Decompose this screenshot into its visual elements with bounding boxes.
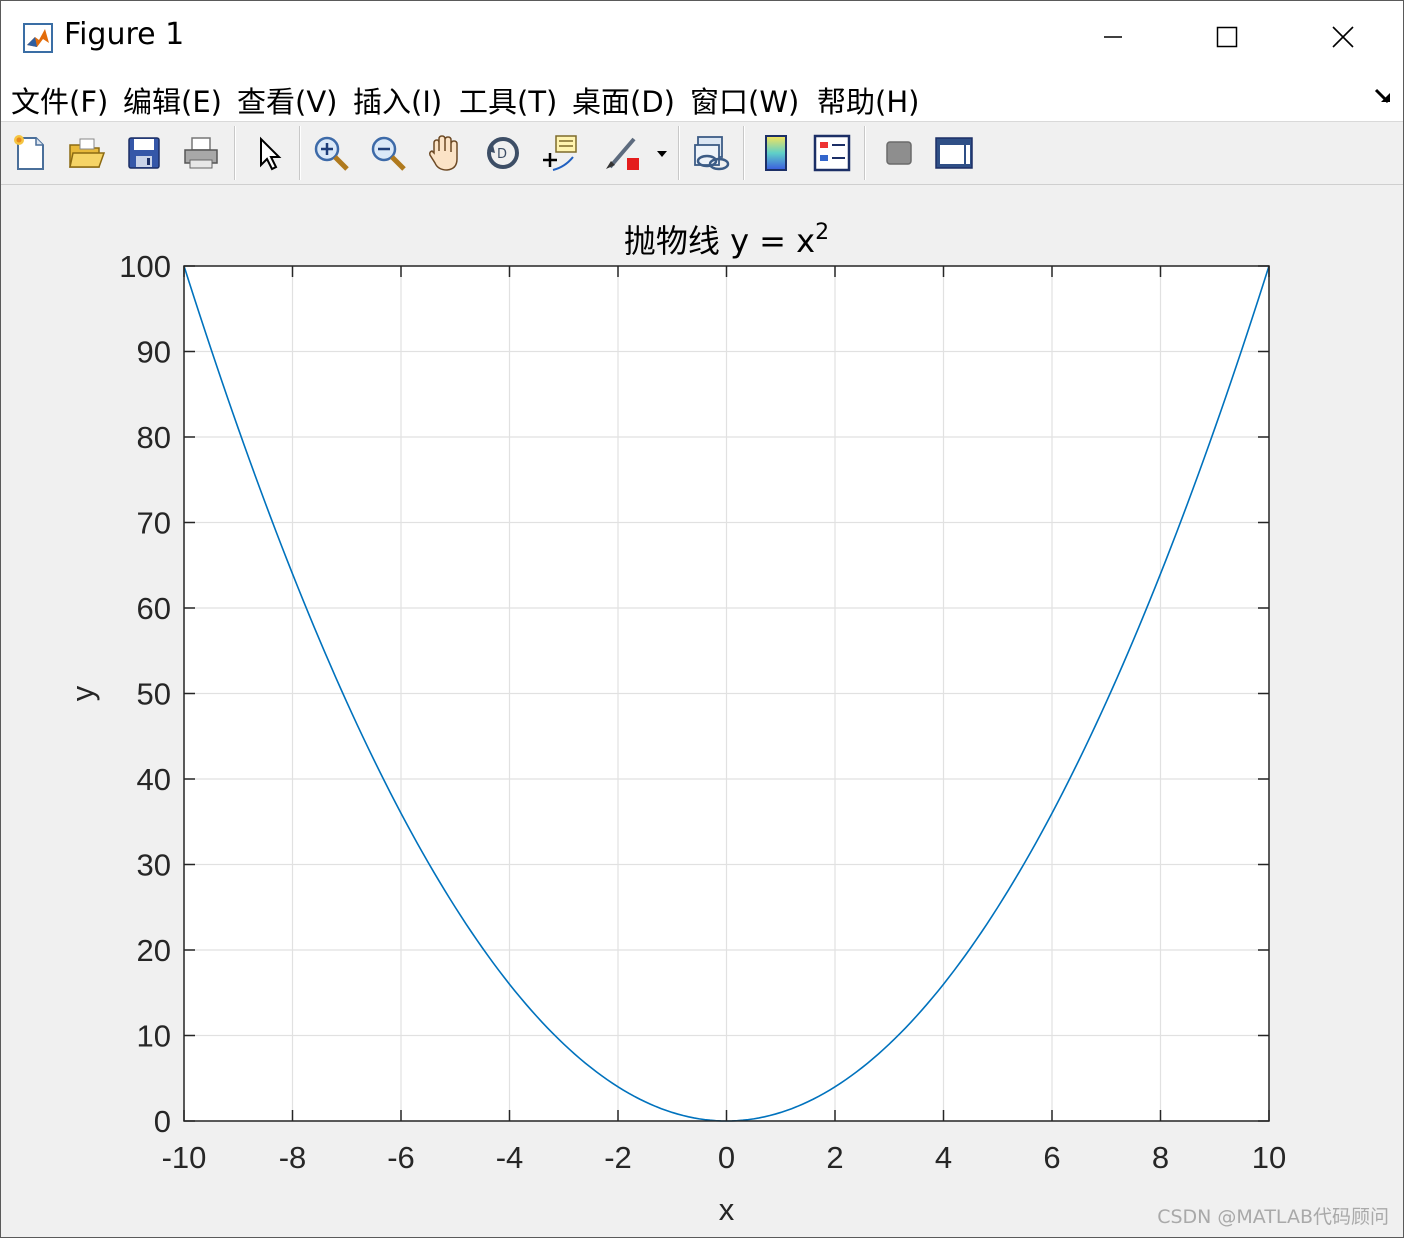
zoom-out-icon [371,136,406,171]
figure-toolbar: D [1,122,1403,185]
open-file-button[interactable] [63,130,109,176]
pan-hand-icon [429,135,458,171]
toolbar-separator [299,126,301,180]
y-tick-label: 80 [137,420,171,455]
x-tick-label: 10 [1252,1140,1286,1175]
menu-window[interactable]: 窗口(W) [690,79,799,121]
menu-file[interactable]: 文件(F) [11,79,108,121]
menu-view[interactable]: 查看(V) [237,79,337,121]
minimize-button[interactable] [1055,1,1171,73]
y-tick-label: 100 [119,249,171,284]
plot-title-superscript: 2 [815,220,829,245]
svg-text:D: D [497,147,507,162]
print-icon [184,137,218,169]
axes-plot[interactable]: -10 -8 -6 -4 -2 0 2 4 6 8 100102030405060708090100… [1,185,1403,1237]
menu-desktop[interactable]: 桌面(D) [572,79,675,121]
toolbar-separator [234,126,236,180]
dock-figure-icon[interactable] [1373,85,1395,111]
x-tick-label: -6 [387,1140,415,1175]
menu-tools[interactable]: 工具(T) [459,79,557,121]
rotate-3d-button[interactable]: D [480,130,526,176]
new-figure-button[interactable] [7,130,53,176]
pan-button[interactable] [422,130,468,176]
brush-dropdown-button[interactable] [651,130,673,176]
plot-title-main: 抛物线 y = x [624,222,815,260]
menu-help[interactable]: 帮助(H) [817,79,919,121]
minimize-icon [1104,36,1122,38]
close-icon [1332,26,1354,48]
zoom-out-button[interactable] [365,130,411,176]
window-title: Figure 1 [64,17,185,52]
hide-plot-tools-icon [886,141,912,165]
zoom-in-icon [314,136,349,171]
y-tick-label: 70 [137,506,171,541]
y-tick-label: 50 [137,677,171,712]
hide-plot-tools-button[interactable] [876,130,922,176]
insert-colorbar-button[interactable] [753,130,799,176]
brush-button[interactable] [599,130,645,176]
figure-canvas[interactable]: -10 -8 -6 -4 -2 0 2 4 6 8 10 0 10 20 30 40 50 60 70 80 90 100… [1,185,1403,1237]
rotate-3d-icon: D [487,137,519,169]
link-plot-icon [694,136,730,171]
matlab-logo-icon [23,23,53,53]
toolbar-separator [743,126,745,180]
menu-bar: 文件(F) 编辑(E) 查看(V) 插入(I) 工具(T) 桌面(D) 窗口(W… [1,73,1403,122]
y-axis-label: y [65,685,100,701]
watermark-text: CSDN @MATLAB代码顾问 [1157,1206,1389,1228]
zoom-in-button[interactable] [308,130,354,176]
plot-title: 抛物线 y = x2 [624,220,829,260]
link-plot-button[interactable] [688,130,734,176]
y-tick-label: 30 [137,848,171,883]
x-tick-label: 6 [1043,1140,1060,1175]
y-tick-label: 10 [137,1019,171,1054]
maximize-button[interactable] [1169,1,1285,73]
toolbar-separator [678,126,680,180]
print-button[interactable] [178,130,224,176]
x-tick-label: -8 [279,1140,307,1175]
legend-icon [813,134,851,172]
y-tick-label: 60 [137,591,171,626]
title-bar[interactable]: Figure 1 [1,1,1403,73]
open-file-icon [69,138,106,168]
x-tick-label: 8 [1152,1140,1169,1175]
x-tick-label: 0 [718,1140,735,1175]
save-button[interactable] [121,130,167,176]
y-tick-label: 20 [137,933,171,968]
figure-window: Figure 1 文件(F) 编辑(E) 查看(V) 插入(I) 工具(T) 桌… [0,0,1404,1238]
new-figure-icon [14,135,44,170]
menu-insert[interactable]: 插入(I) [353,79,442,121]
close-button[interactable] [1285,1,1401,73]
x-tick-label: 4 [935,1140,952,1175]
data-cursor-button[interactable] [536,130,582,176]
save-icon [128,137,160,169]
maximize-icon [1216,26,1238,48]
colorbar-icon [765,135,787,171]
y-tick-label: 0 [154,1104,171,1139]
insert-legend-button[interactable] [809,130,855,176]
y-tick-label: 90 [137,335,171,370]
edit-plot-arrow-icon [260,136,282,171]
edit-plot-button[interactable] [245,130,291,176]
brush-icon [606,137,639,170]
menu-edit[interactable]: 编辑(E) [123,79,222,121]
chevron-down-icon [657,151,667,157]
y-tick-label: 40 [137,762,171,797]
x-tick-label: -2 [604,1140,632,1175]
x-axis-label: x [719,1192,735,1227]
data-cursor-icon [543,135,577,171]
toolbar-separator [864,126,866,180]
x-tick-label: -4 [496,1140,524,1175]
x-tick-label: -10 [162,1140,207,1175]
show-plot-tools-button[interactable] [931,130,977,176]
x-tick-label: 2 [826,1140,843,1175]
show-plot-tools-icon [935,137,973,169]
